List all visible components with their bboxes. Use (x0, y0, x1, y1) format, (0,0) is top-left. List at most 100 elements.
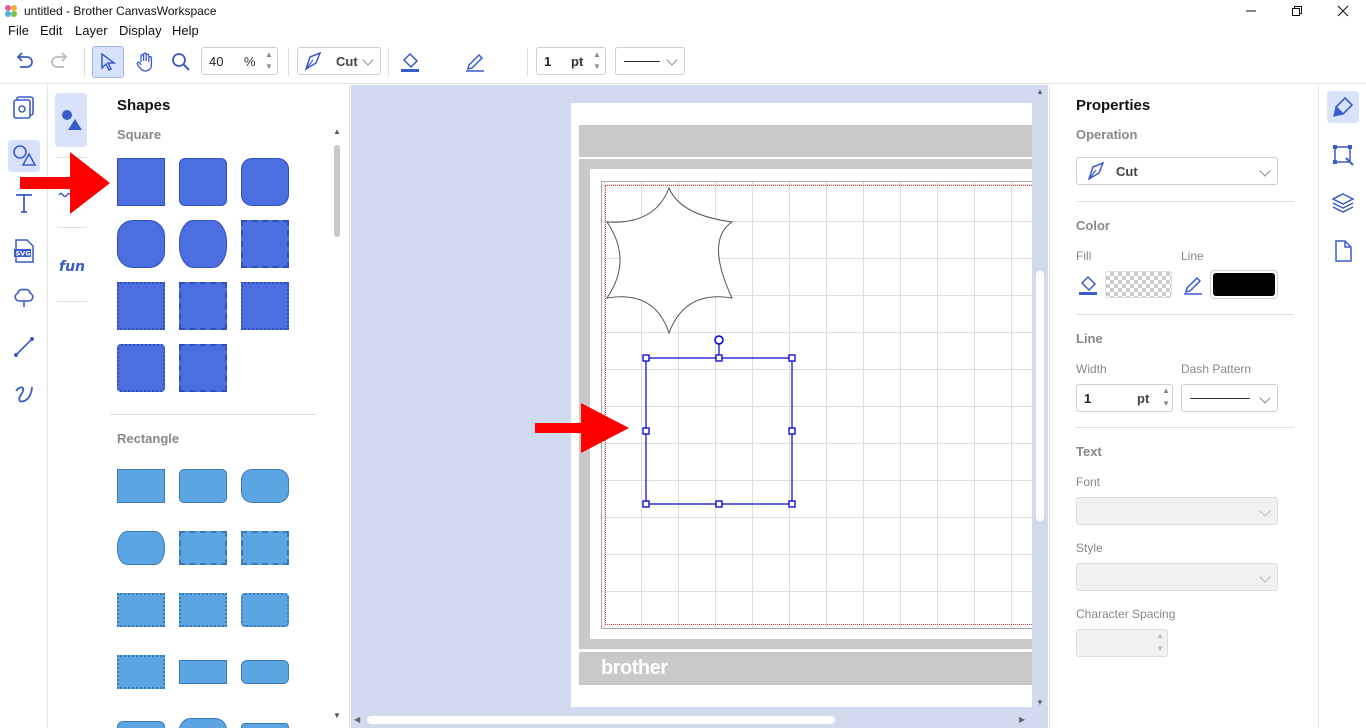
resize-handle-w[interactable] (642, 427, 650, 435)
selected-square[interactable] (637, 331, 797, 513)
shape-square-rounded-large[interactable] (117, 220, 165, 268)
menu-help[interactable]: Help (172, 23, 199, 38)
scroll-down-icon[interactable]: ▼ (333, 711, 341, 720)
resize-handle-nw[interactable] (642, 354, 650, 362)
shape-square-rounded-small[interactable] (179, 158, 227, 206)
width-down-icon[interactable]: ▼ (1162, 399, 1170, 408)
shape-rect-partial-2[interactable] (179, 718, 227, 728)
canvas-hscroll-thumb[interactable] (367, 716, 835, 724)
minimize-button[interactable] (1228, 0, 1274, 22)
clipart-button[interactable] (8, 283, 40, 315)
canvas-scroll-down-icon[interactable]: ▼ (1036, 698, 1044, 707)
canvas-area[interactable]: brother ▲ ▼ ◀ ▶ (351, 85, 1048, 728)
width-up-icon[interactable]: ▲ (1162, 386, 1170, 395)
zoom-tool-button[interactable] (165, 46, 197, 78)
resize-handle-s[interactable] (715, 500, 723, 508)
shape-square-bulge[interactable] (179, 220, 227, 268)
fun-shapes-tab[interactable]: fun (57, 253, 89, 277)
shapes-scrollbar[interactable]: ▲ ▼ (331, 127, 343, 728)
scroll-up-icon[interactable]: ▲ (333, 127, 341, 136)
dash-pattern-dropdown[interactable] (1181, 384, 1278, 412)
fill-swatch[interactable] (1105, 271, 1172, 298)
shape-rect-scallop[interactable] (117, 593, 165, 627)
select-tool-button[interactable] (92, 46, 124, 78)
shape-rect-partial-1[interactable] (117, 721, 165, 728)
properties-tab[interactable] (1327, 91, 1359, 123)
project-button[interactable] (8, 91, 40, 123)
character-spacing-input[interactable]: ▲ ▼ (1076, 629, 1168, 657)
shape-rect-partial-3[interactable] (241, 723, 289, 728)
shape-square-bumpy[interactable] (179, 344, 227, 392)
shape-rect-wide[interactable] (179, 660, 227, 684)
line-pen-icon[interactable] (1182, 274, 1204, 296)
transform-tab[interactable] (1331, 143, 1355, 170)
resize-handle-ne[interactable] (788, 354, 796, 362)
resize-handle-se[interactable] (788, 500, 796, 508)
shape-square-scallop[interactable] (117, 344, 165, 392)
toolbar: 40 % ▲ ▼ Cut 1 pt ▲ ▼ (0, 40, 1366, 115)
shape-rect-zigzag[interactable] (179, 531, 227, 565)
layers-tab[interactable] (1331, 191, 1355, 218)
spacing-down-icon[interactable]: ▼ (1156, 644, 1164, 653)
basic-shapes-tab[interactable] (55, 93, 87, 147)
shape-rect-rounded-large[interactable] (241, 469, 289, 503)
fill-bucket-icon[interactable] (1076, 273, 1100, 297)
svg-text:SVG: SVG (16, 250, 31, 258)
zoom-up-icon[interactable]: ▲ (263, 49, 275, 61)
canvas-vscrollbar[interactable]: ▲ ▼ (1032, 85, 1048, 712)
resize-handle-sw[interactable] (642, 500, 650, 508)
shape-rect-sharp[interactable] (117, 469, 165, 503)
line-color-button[interactable] (459, 46, 491, 78)
shape-rect-wave[interactable] (241, 531, 289, 565)
shape-square-sharp[interactable] (117, 158, 165, 206)
close-button[interactable] (1320, 0, 1366, 22)
zoom-input[interactable]: 40 % ▲ ▼ (201, 47, 278, 75)
shape-rect-bumpy[interactable] (241, 593, 289, 627)
redo-button[interactable] (44, 46, 76, 78)
canvas-scroll-left-icon[interactable]: ◀ (354, 715, 360, 724)
freehand-button[interactable] (8, 379, 40, 411)
line-draw-button[interactable] (8, 331, 40, 363)
operation-dropdown[interactable]: Cut (1076, 157, 1278, 185)
resize-handle-n[interactable] (715, 354, 723, 362)
line-width-down-icon[interactable]: ▼ (591, 61, 603, 73)
canvas-vscroll-thumb[interactable] (1036, 271, 1044, 521)
font-dropdown[interactable] (1076, 497, 1278, 525)
fill-button[interactable] (394, 46, 426, 78)
menu-edit[interactable]: Edit (40, 23, 62, 38)
dash-pattern-select[interactable] (615, 47, 685, 75)
canvas-scroll-right-icon[interactable]: ▶ (1019, 715, 1025, 724)
flower-shape[interactable] (605, 185, 735, 335)
line-swatch[interactable] (1210, 270, 1278, 299)
menu-layer[interactable]: Layer (75, 23, 108, 38)
canvas-hscrollbar[interactable]: ◀ ▶ (351, 712, 1032, 728)
style-dropdown[interactable] (1076, 563, 1278, 591)
canvas-scroll-up-icon[interactable]: ▲ (1036, 87, 1044, 96)
restore-button[interactable] (1274, 0, 1320, 22)
shape-square-stamp[interactable] (241, 282, 289, 330)
shape-rect-scallop-small[interactable] (117, 655, 165, 689)
undo-button[interactable] (8, 46, 40, 78)
operation-select[interactable]: Cut (297, 47, 381, 75)
line-width-input[interactable]: 1 pt ▲ ▼ (536, 47, 606, 75)
shape-rect-bulge[interactable] (117, 531, 165, 565)
menu-file[interactable]: File (8, 23, 29, 38)
svg-import-button[interactable]: SVG (8, 235, 40, 267)
width-input[interactable]: 1 pt ▲ ▼ (1076, 384, 1173, 412)
pan-tool-button[interactable] (129, 46, 161, 78)
spacing-up-icon[interactable]: ▲ (1156, 631, 1164, 640)
rotate-handle[interactable] (714, 335, 724, 345)
shape-square-zigzag[interactable] (241, 220, 289, 268)
menu-display[interactable]: Display (119, 23, 162, 38)
resize-handle-e[interactable] (788, 427, 796, 435)
shape-square-rounded-medium[interactable] (241, 158, 289, 206)
zoom-down-icon[interactable]: ▼ (263, 61, 275, 73)
line-width-up-icon[interactable]: ▲ (591, 49, 603, 61)
shapes-scrollbar-thumb[interactable] (334, 145, 340, 237)
shape-square-scallop-small[interactable] (117, 282, 165, 330)
shape-rect-wide-rounded[interactable] (241, 660, 289, 684)
shape-rect-stamp[interactable] (179, 593, 227, 627)
shape-square-wave[interactable] (179, 282, 227, 330)
shape-rect-rounded-small[interactable] (179, 469, 227, 503)
page-tab[interactable] (1331, 239, 1355, 266)
